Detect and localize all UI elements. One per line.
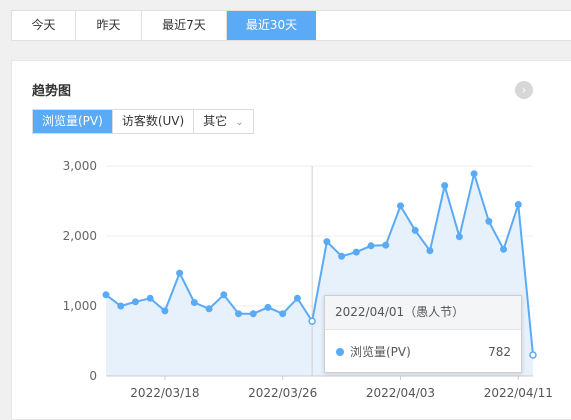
data-point — [146, 294, 154, 302]
data-point — [529, 351, 537, 359]
data-point — [426, 247, 434, 255]
tooltip-title: 2022/04/01（愚人节） — [325, 296, 521, 330]
data-point — [308, 317, 316, 326]
data-point — [161, 307, 169, 315]
data-point — [131, 298, 139, 306]
y-tick-label: 3,000 — [63, 159, 97, 173]
data-point — [500, 245, 508, 253]
chart-tooltip: 2022/04/01（愚人节） 浏览量(PV) 782 — [324, 295, 522, 373]
x-tick-label: 2022/04/03 — [366, 386, 435, 400]
x-tick-label: 2022/04/11 — [484, 386, 553, 400]
data-point — [338, 252, 346, 260]
data-point — [396, 202, 404, 210]
series-dot-icon — [336, 347, 344, 356]
data-point — [176, 269, 184, 277]
x-tick-label: 2022/03/26 — [248, 386, 317, 400]
data-point — [352, 248, 360, 256]
tooltip-row: 浏览量(PV) 782 — [325, 330, 521, 374]
data-point — [293, 294, 301, 302]
data-point — [264, 303, 272, 311]
data-point — [470, 170, 478, 178]
data-point — [235, 310, 243, 318]
x-tick-label: 2022/03/18 — [130, 386, 199, 400]
data-point — [279, 310, 287, 318]
data-point — [382, 241, 390, 249]
data-point — [190, 299, 198, 306]
data-point — [455, 233, 463, 241]
data-point — [102, 291, 110, 299]
data-point — [441, 182, 449, 190]
tooltip-series: 浏览量(PV) — [350, 345, 411, 359]
y-tick-label: 1,000 — [63, 299, 97, 313]
data-point — [514, 201, 522, 208]
data-point — [323, 238, 331, 246]
data-point — [485, 217, 493, 225]
data-point — [249, 310, 257, 318]
y-tick-label: 2,000 — [63, 229, 97, 243]
data-point — [220, 291, 228, 299]
y-tick-label: 0 — [89, 369, 97, 383]
data-point — [367, 242, 375, 250]
tooltip-value: 782 — [488, 345, 511, 359]
data-point — [411, 226, 419, 234]
data-point — [117, 302, 125, 310]
data-point — [205, 305, 213, 313]
